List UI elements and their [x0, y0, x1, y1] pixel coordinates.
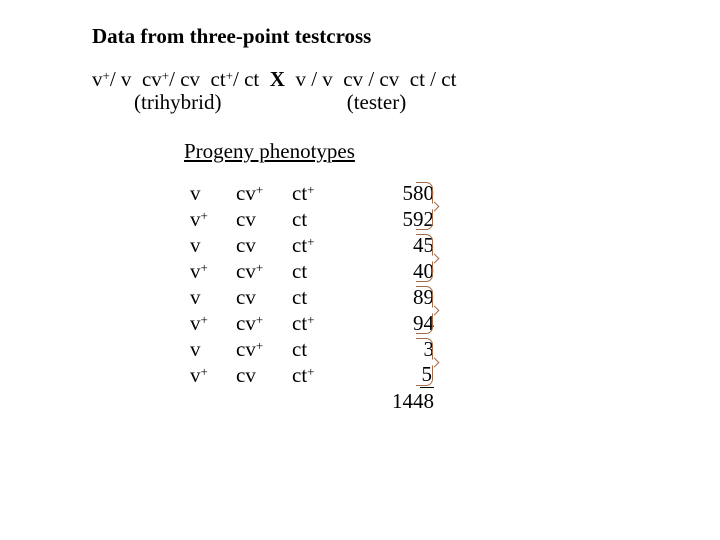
tester-cv: cv / cv [343, 67, 399, 91]
bracket-single-crossover-1 [416, 234, 433, 282]
trihybrid-ct: ct+/ ct [211, 67, 260, 91]
cross-x: X [270, 67, 285, 91]
cell-ct: ct+ [286, 180, 368, 206]
cell-ct: ct [286, 206, 368, 232]
tester-label: (tester) [347, 90, 406, 115]
cell-v: v+ [184, 258, 230, 284]
cell-cv: cv+ [230, 258, 286, 284]
tester-v: v / v [295, 67, 332, 91]
cell-cv: cv [230, 284, 286, 310]
table-row: vcvct+45 [184, 232, 440, 258]
progeny-heading: Progeny phenotypes [184, 139, 660, 164]
trihybrid-v: v+/ v [92, 67, 131, 91]
cell-v: v [184, 284, 230, 310]
table-row: vcv+ct+580 [184, 180, 440, 206]
cell-cv: cv [230, 362, 286, 388]
cell-v: v+ [184, 206, 230, 232]
cross-expression: v+/ v cv+/ cv ct+/ ct X v / v cv / cv ct… [92, 67, 660, 92]
table-row: vcvct89 [184, 284, 440, 310]
table-row: v+cv+ct+94 [184, 310, 440, 336]
bracket-single-crossover-2 [416, 286, 433, 334]
cell-cv: cv [230, 232, 286, 258]
table-row-total: 1448 [184, 388, 440, 414]
cell-ct: ct+ [286, 362, 368, 388]
cell-v: v [184, 336, 230, 362]
cell-ct: ct [286, 258, 368, 284]
trihybrid-cv: cv+/ cv [142, 67, 200, 91]
table-row: v+cv+ct40 [184, 258, 440, 284]
progeny-table-area: vcv+ct+580v+cvct592vcvct+45v+cv+ct40vcvc… [184, 180, 660, 450]
cell-ct: ct [286, 284, 368, 310]
table-row: vcv+ct3 [184, 336, 440, 362]
page-title: Data from three-point testcross [92, 24, 660, 49]
cell-total: 1448 [368, 388, 440, 414]
cell-cv: cv [230, 206, 286, 232]
cell-cv: cv+ [230, 336, 286, 362]
cross-sublabels: (trihybrid) (tester) [92, 90, 660, 115]
cell-ct: ct+ [286, 232, 368, 258]
cell-v: v+ [184, 362, 230, 388]
table-row: v+cvct+5 [184, 362, 440, 388]
bracket-double-crossover [416, 338, 433, 386]
cell-v: v+ [184, 310, 230, 336]
progeny-table: vcv+ct+580v+cvct592vcvct+45v+cv+ct40vcvc… [184, 180, 440, 414]
cell-ct: ct [286, 336, 368, 362]
cell-v: v [184, 232, 230, 258]
cell-cv: cv+ [230, 180, 286, 206]
bracket-parental [416, 182, 433, 230]
cell-ct: ct+ [286, 310, 368, 336]
cell-cv: cv+ [230, 310, 286, 336]
table-row: v+cvct592 [184, 206, 440, 232]
trihybrid-label: (trihybrid) [134, 90, 221, 115]
tester-ct: ct / ct [410, 67, 457, 91]
cell-v: v [184, 180, 230, 206]
